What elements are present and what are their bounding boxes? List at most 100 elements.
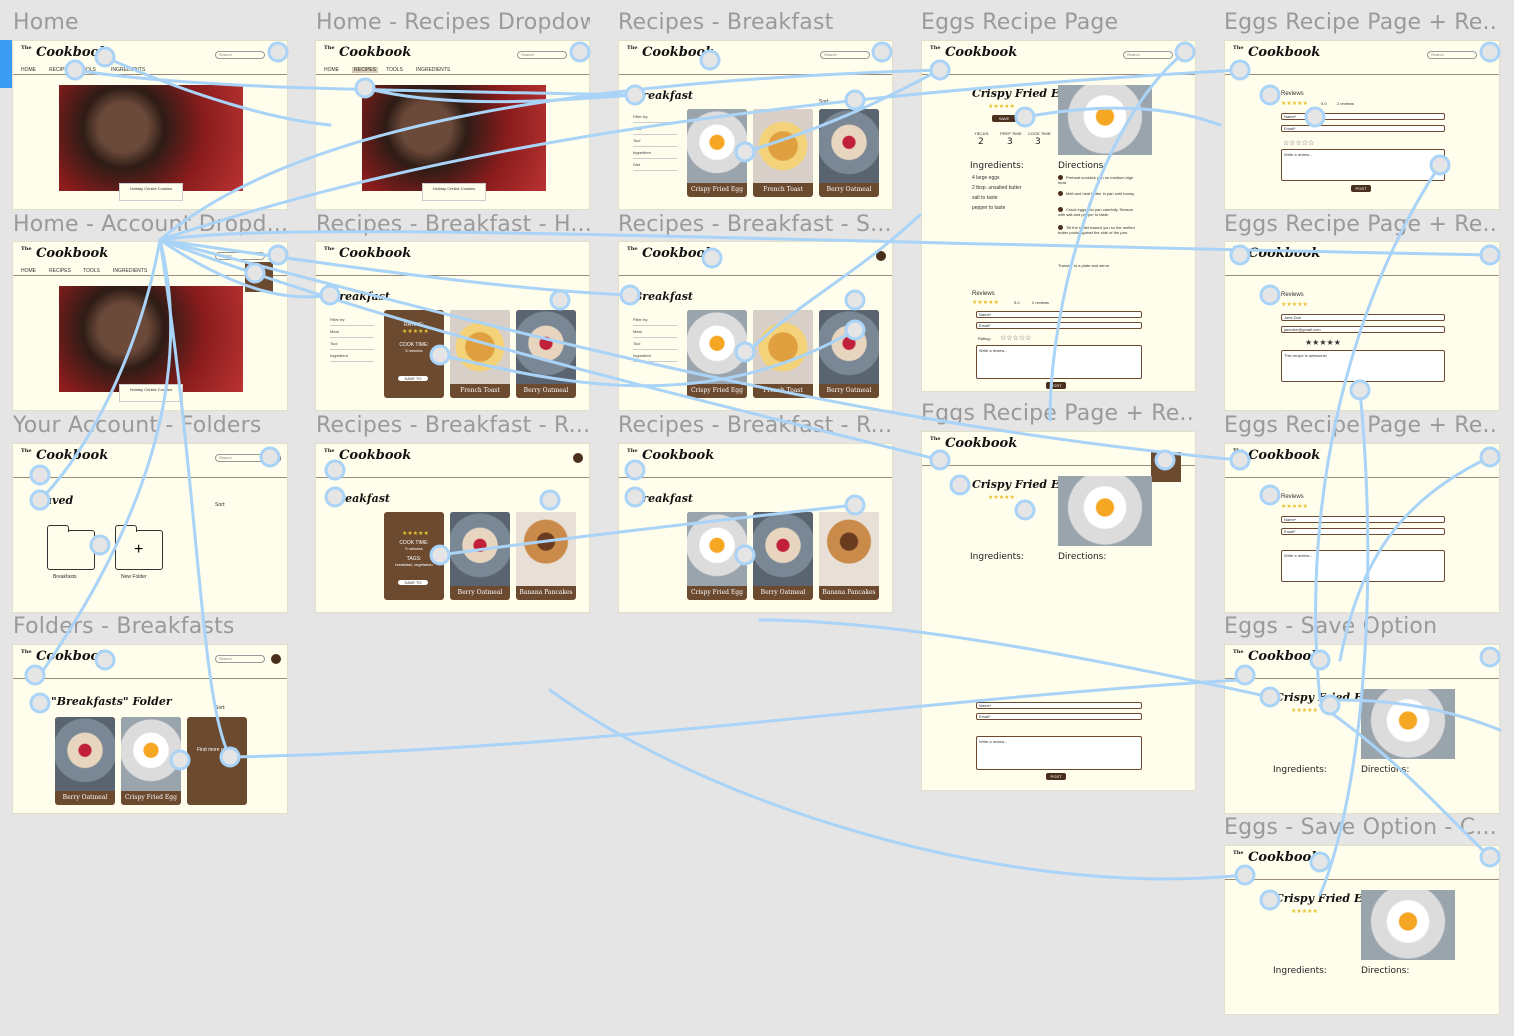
review-textarea[interactable]: Write a review... — [1281, 550, 1445, 582]
frame-eggs-review-4[interactable]: The Cookbook Reviews ★★★★★ Name* Email* … — [1224, 443, 1500, 613]
recipe-card[interactable]: Crispy Fried Egg — [687, 109, 747, 197]
cookbook-logo[interactable]: The Cookbook — [21, 649, 108, 664]
frame-title-home-account-dropdown[interactable]: Home - Account Dropd... — [13, 212, 288, 237]
nav-home[interactable]: HOME — [21, 67, 36, 73]
folder-icon[interactable] — [47, 525, 95, 570]
frame-eggs-recipe-page[interactable]: The Cookbook Search Crispy Fried Eggs ★★… — [921, 40, 1196, 392]
frame-recipes-breakfast-s[interactable]: The Cookbook Breakfast Filter by: Meal T… — [618, 241, 893, 411]
rating-input[interactable]: ☆☆☆☆☆ — [1283, 139, 1314, 147]
cookbook-logo[interactable]: The Cookbook — [21, 246, 108, 261]
rating-input[interactable]: ★★★★★ — [1305, 338, 1341, 347]
nav-recipes[interactable]: RECIPES — [49, 268, 71, 274]
frame-title-recipes-breakfast-r2[interactable]: Recipes - Breakfast - R... — [618, 413, 893, 438]
nav-ingredients[interactable]: INGREDIENTS — [111, 67, 145, 73]
frame-title-recipes-breakfast-s[interactable]: Recipes - Breakfast - S... — [618, 212, 893, 237]
filter-diet[interactable]: Diet — [633, 159, 677, 171]
frame-title-your-account-folders[interactable]: Your Account - Folders — [13, 413, 288, 438]
recipe-card[interactable]: Berry Oatmeal — [450, 512, 510, 600]
hero-caption[interactable]: Holiday Crinkle Cookies — [119, 183, 183, 201]
cookbook-logo[interactable]: The Cookbook — [1233, 448, 1320, 463]
recipe-card[interactable]: Berry Oatmeal — [819, 109, 879, 197]
account-dropdown[interactable] — [1151, 452, 1181, 482]
post-button[interactable]: POST — [1351, 185, 1371, 192]
frame-title-eggs-review-3[interactable]: Eggs Recipe Page + Re... — [921, 401, 1196, 426]
filter-meal[interactable]: Meal — [633, 123, 677, 135]
account-dropdown[interactable] — [245, 262, 273, 292]
search-input[interactable]: Search — [1123, 51, 1173, 59]
recipe-card[interactable]: French Toast — [753, 109, 813, 197]
review-textarea[interactable]: Write a review... — [976, 345, 1142, 379]
name-field[interactable]: Name* — [976, 702, 1142, 709]
filter-ingredient[interactable]: Ingredient — [330, 350, 374, 362]
new-folder-icon[interactable]: + — [115, 525, 163, 570]
folder-label[interactable]: Breakfasts — [53, 574, 77, 580]
frame-eggs-save-option-c[interactable]: The Cookbook Crispy Fried Eggs ★★★★★ Ing… — [1224, 845, 1500, 1015]
cookbook-logo[interactable]: The Cookbook — [324, 45, 411, 60]
recipe-card[interactable]: Banana Pancakes — [819, 512, 879, 600]
name-field[interactable]: Name* — [1281, 113, 1445, 120]
account-avatar[interactable] — [876, 251, 886, 261]
nav-tools[interactable]: TOOLS — [83, 268, 100, 274]
cookbook-logo[interactable]: The Cookbook — [21, 448, 108, 463]
email-field[interactable]: Email* — [1281, 125, 1445, 132]
name-field[interactable]: Name* — [976, 311, 1142, 318]
email-field[interactable]: Email* — [976, 322, 1142, 329]
search-input[interactable]: Search — [215, 252, 265, 260]
nav-home[interactable]: HOME — [324, 67, 339, 73]
folder-label[interactable]: New Folder — [121, 574, 147, 580]
recipe-card[interactable]: Banana Pancakes — [516, 512, 576, 600]
frame-your-account-folders[interactable]: The Cookbook Search Saved Sort: Breakfas… — [12, 443, 288, 613]
recipe-card[interactable]: French Toast — [753, 310, 813, 398]
nav-ingredients[interactable]: INGREDIENTS — [416, 67, 450, 73]
search-input[interactable]: Search — [215, 454, 265, 462]
frame-title-home[interactable]: Home — [13, 10, 288, 35]
cookbook-logo[interactable]: The Cookbook — [1233, 246, 1320, 261]
cookbook-logo[interactable]: The Cookbook — [627, 448, 714, 463]
filter-ingredient[interactable]: Ingredient — [633, 350, 677, 362]
recipe-card-hover[interactable]: ★★★★★ COOK TIME: 5 minutes TAGS: breakfa… — [384, 512, 444, 600]
frame-folders-breakfasts[interactable]: The Cookbook Search "Breakfasts" Folder … — [12, 644, 288, 814]
cookbook-logo[interactable]: The Cookbook — [21, 45, 108, 60]
frame-eggs-save-option[interactable]: The Cookbook Crispy Fried Eggs ★★★★★ Ing… — [1224, 644, 1500, 814]
prototype-canvas[interactable]: Home Home - Recipes Dropdown Recipes - B… — [0, 0, 1514, 1036]
account-avatar[interactable] — [271, 654, 281, 664]
frame-title-eggs-review-2[interactable]: Eggs Recipe Page + Re... — [1224, 212, 1499, 237]
frame-recipes-breakfast-h[interactable]: The Cookbook Breakfast Filter by: Meal T… — [315, 241, 590, 411]
frame-recipes-breakfast[interactable]: The Cookbook Search Breakfast Filter by:… — [618, 40, 893, 210]
cookbook-logo[interactable]: The Cookbook — [627, 246, 714, 261]
nav-tools[interactable]: TOOLS — [79, 67, 96, 73]
nav-ingredients[interactable]: INGREDIENTS — [113, 268, 147, 274]
save-button[interactable]: SAVE — [992, 115, 1016, 122]
email-field[interactable]: janedoe@gmail.com — [1281, 326, 1445, 333]
post-button[interactable]: POST — [1046, 773, 1066, 780]
search-input[interactable]: Search — [1427, 51, 1477, 59]
recipe-card[interactable]: Crispy Fried Egg — [121, 717, 181, 805]
filter-tool[interactable]: Tool — [330, 338, 374, 350]
frame-title-eggs-review-1[interactable]: Eggs Recipe Page + Re... — [1224, 10, 1499, 35]
search-input[interactable]: Search — [215, 655, 265, 663]
frame-title-recipes-breakfast-h[interactable]: Recipes - Breakfast - H... — [316, 212, 590, 237]
frame-title-folders-breakfasts[interactable]: Folders - Breakfasts — [13, 614, 288, 639]
recipe-card[interactable]: Berry Oatmeal — [55, 717, 115, 805]
name-field[interactable]: Jane Doe — [1281, 314, 1445, 321]
nav-recipes[interactable]: RECIPES — [49, 67, 71, 73]
cookbook-logo[interactable]: The Cookbook — [324, 246, 411, 261]
cookbook-logo[interactable]: The Cookbook — [324, 448, 411, 463]
filter-ingredient[interactable]: Ingredient — [633, 147, 677, 159]
hero-caption[interactable]: Holiday Crinkle Cookies — [119, 384, 183, 402]
frame-title-eggs-save-option-c[interactable]: Eggs - Save Option - C... — [1224, 815, 1499, 840]
recipe-card[interactable]: Berry Oatmeal — [516, 310, 576, 398]
frame-title-recipes-breakfast-r1[interactable]: Recipes - Breakfast - R... — [316, 413, 590, 438]
email-field[interactable]: Email* — [1281, 528, 1445, 535]
account-avatar[interactable] — [271, 453, 281, 463]
filter-tool[interactable]: Tool — [633, 135, 677, 147]
hero-image[interactable] — [362, 85, 546, 191]
review-textarea[interactable]: Write a review... — [1281, 149, 1445, 181]
search-input[interactable]: Search — [215, 51, 265, 59]
filter-meal[interactable]: Meal — [633, 326, 677, 338]
filter-meal[interactable]: Meal — [330, 326, 374, 338]
post-button[interactable]: POST — [1046, 382, 1066, 389]
search-input[interactable]: Search — [517, 51, 567, 59]
recipe-card[interactable]: Berry Oatmeal — [819, 310, 879, 398]
frame-home-recipes-dropdown[interactable]: The Cookbook Search HOME RECIPES TOOLS I… — [315, 40, 590, 210]
